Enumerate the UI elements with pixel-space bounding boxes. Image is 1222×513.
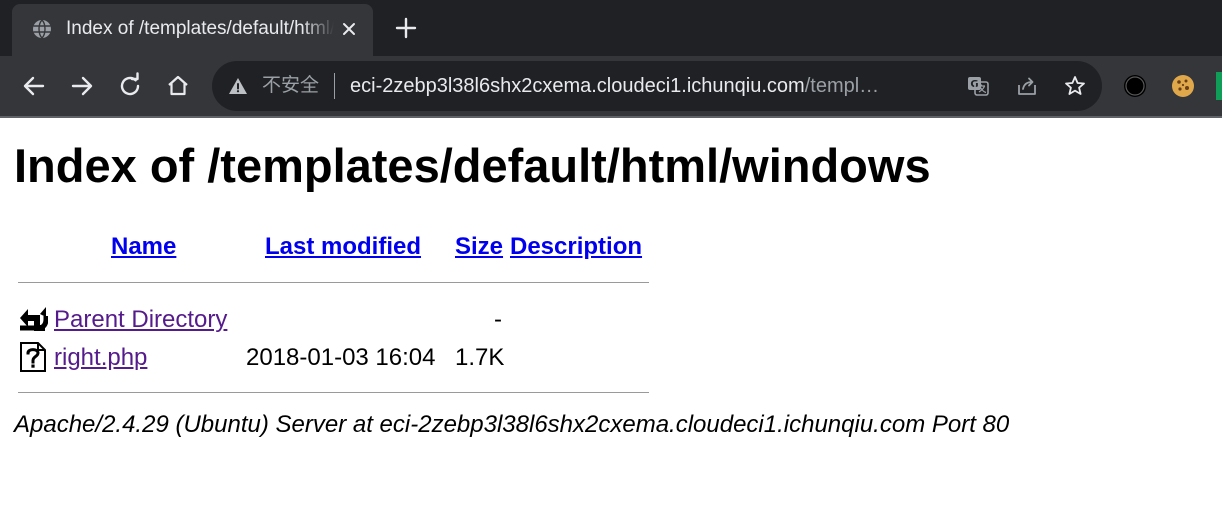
browser-toolbar: 不安全 eci-2zebp3l38l6shx2cxema.cloudeci1.i… (0, 56, 1222, 116)
reload-icon[interactable] (115, 71, 145, 101)
active-tab[interactable]: Index of /templates/default/html/windows (12, 4, 373, 56)
row-last-modified: 2018-01-03 16:04 (246, 344, 436, 371)
unknown-file-icon (20, 342, 46, 372)
share-icon[interactable] (1015, 74, 1039, 98)
table-top-rule (18, 282, 649, 283)
back-arrow-icon[interactable] (19, 71, 49, 101)
record-icon[interactable] (1122, 73, 1148, 99)
parent-directory-link[interactable]: Parent Directory (54, 305, 227, 335)
column-header-name[interactable]: Name (111, 232, 176, 262)
column-header-description[interactable]: Description (510, 232, 642, 262)
translate-icon[interactable]: G (966, 74, 990, 98)
tab-title: Index of /templates/default/html/windows (66, 18, 334, 39)
warning-triangle-icon[interactable] (228, 76, 248, 96)
close-icon[interactable] (338, 18, 360, 40)
url-host: eci-2zebp3l38l6shx2cxema.cloudeci1.ichun… (350, 75, 805, 97)
table-bottom-rule (18, 392, 649, 393)
tab-strip: Index of /templates/default/html/windows (0, 0, 1222, 56)
url-path: /templ… (804, 75, 880, 97)
globe-icon (33, 19, 51, 39)
page-content: Index of /templates/default/html/windows… (0, 118, 1222, 513)
omnibox-divider (334, 73, 335, 99)
plus-icon[interactable] (392, 14, 420, 42)
address-bar[interactable]: 不安全 eci-2zebp3l38l6shx2cxema.cloudeci1.i… (212, 61, 1102, 111)
column-header-last-modified[interactable]: Last modified (265, 232, 421, 262)
column-header-size[interactable]: Size (455, 232, 503, 262)
cookie-icon[interactable] (1170, 73, 1196, 99)
file-link-right-php[interactable]: right.php (54, 343, 147, 373)
forward-arrow-icon[interactable] (67, 71, 97, 101)
row-size: - (494, 306, 502, 333)
page-heading: Index of /templates/default/html/windows (14, 139, 931, 192)
server-signature: Apache/2.4.29 (Ubuntu) Server at eci-2ze… (14, 411, 1010, 438)
security-label[interactable]: 不安全 (262, 73, 319, 99)
extension-overflow-edge (1216, 72, 1222, 100)
row-size: 1.7K (455, 344, 505, 371)
star-icon[interactable] (1063, 74, 1087, 98)
home-icon[interactable] (163, 71, 193, 101)
parent-directory-icon (20, 307, 48, 331)
url-text[interactable]: eci-2zebp3l38l6shx2cxema.cloudeci1.ichun… (350, 73, 950, 99)
